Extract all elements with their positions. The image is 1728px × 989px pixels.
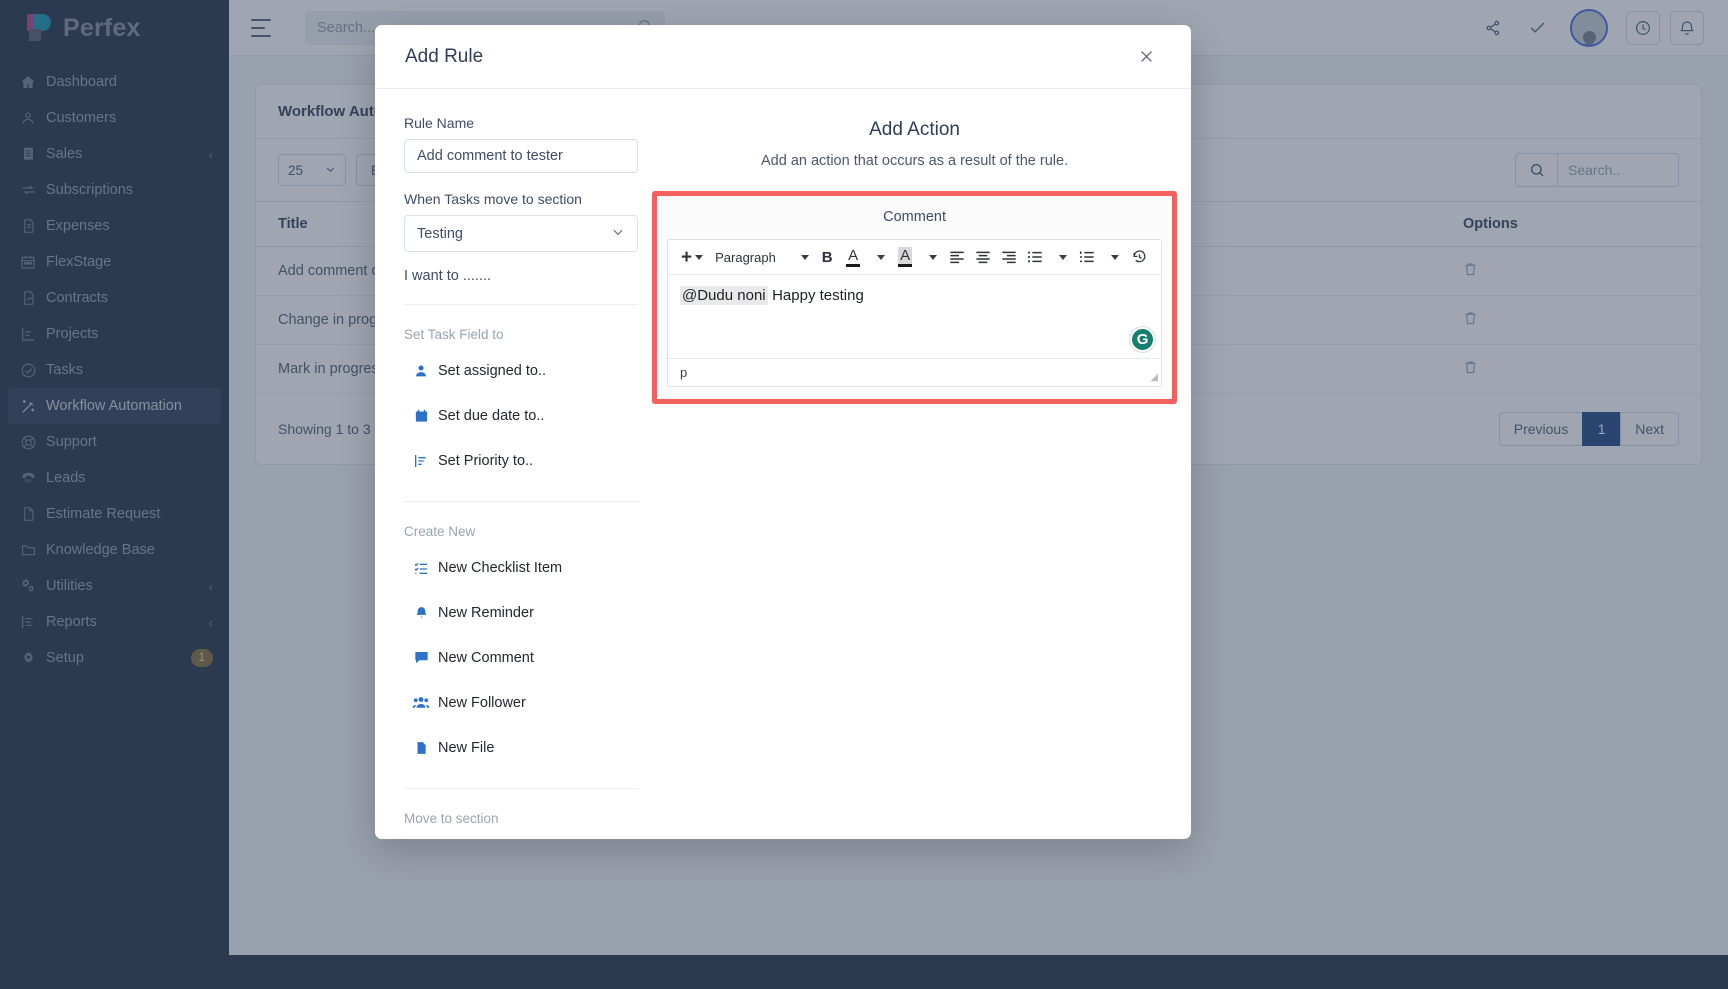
modal-title: Add Rule	[405, 46, 483, 68]
action-new-follower[interactable]: New Follower	[404, 680, 640, 725]
action-label: New File	[438, 740, 494, 756]
editor-toolbar: + Paragraph B A	[668, 240, 1161, 275]
action-set-due-date-to[interactable]: Set due date to..	[404, 393, 640, 438]
screen: Perfex Dashboard Customers	[0, 0, 1728, 989]
bullet-list-dropdown[interactable]	[1049, 244, 1073, 271]
bullet-list-icon[interactable]	[1023, 244, 1047, 271]
action-label: New Checklist Item	[438, 560, 562, 576]
align-center-icon[interactable]	[971, 244, 995, 271]
numbered-list-icon[interactable]	[1075, 244, 1099, 271]
rule-name-label: Rule Name	[404, 115, 640, 131]
text-color-icon: A	[846, 247, 860, 267]
modal-body: Rule Name Add comment to tester When Tas…	[375, 89, 1191, 839]
priority-icon	[404, 453, 438, 469]
align-right-icon[interactable]	[997, 244, 1021, 271]
divider	[404, 501, 638, 502]
paragraph-format-select[interactable]: Paragraph	[709, 244, 813, 270]
rule-name-value: Add comment to tester	[417, 148, 563, 164]
chevron-down-icon	[801, 255, 809, 260]
plus-icon: +	[681, 248, 692, 267]
add-action-title: Add Action	[652, 119, 1177, 141]
action-label: Set due date to..	[438, 408, 544, 424]
action-label: New Follower	[438, 695, 526, 711]
action-set-assigned-to[interactable]: Set assigned to..	[404, 348, 640, 393]
action-label: Set assigned to..	[438, 363, 546, 379]
when-section-select[interactable]: Testing	[404, 215, 638, 252]
add-action-subtitle: Add an action that occurs as a result of…	[652, 153, 1177, 169]
editor-status-bar: p ◢	[668, 358, 1161, 386]
chevron-down-icon	[929, 255, 937, 260]
action-label: New Comment	[438, 650, 534, 666]
action-new-reminder[interactable]: New Reminder	[404, 590, 640, 635]
action-move-to-a-section[interactable]: Move to a section	[404, 832, 640, 839]
grammarly-letter: G	[1137, 331, 1149, 348]
action-label: New Reminder	[438, 605, 534, 621]
insert-button[interactable]: +	[677, 244, 707, 271]
background-color-button[interactable]: A	[893, 244, 917, 271]
action-new-checklist-item[interactable]: New Checklist Item	[404, 545, 640, 590]
action-new-file[interactable]: New File	[404, 725, 640, 770]
history-icon[interactable]	[1127, 244, 1152, 271]
rule-name-input[interactable]: Add comment to tester	[404, 139, 638, 173]
bold-button[interactable]: B	[815, 244, 839, 271]
comment-action-highlight: Comment + Paragraph	[652, 191, 1177, 404]
group-title-move-to-section: Move to section	[404, 811, 640, 826]
chevron-down-icon	[877, 255, 885, 260]
bell-icon	[404, 605, 438, 621]
element-path: p	[680, 365, 687, 380]
align-left-icon[interactable]	[945, 244, 969, 271]
close-icon[interactable]	[1131, 42, 1161, 72]
action-set-priority-to[interactable]: Set Priority to..	[404, 438, 640, 483]
mention-chip: @Dudu noni	[680, 286, 768, 305]
chevron-down-icon	[1111, 255, 1119, 260]
text-color-button[interactable]: A	[841, 244, 865, 271]
background-color-icon: A	[898, 247, 912, 267]
calendar-icon	[404, 408, 438, 424]
modal-header: Add Rule	[375, 25, 1191, 89]
checklist-icon	[404, 560, 438, 576]
action-label: Set Priority to..	[438, 453, 533, 469]
comment-text: Happy testing	[772, 287, 864, 304]
when-section-value: Testing	[417, 226, 463, 242]
rule-config-panel: Rule Name Add comment to tester When Tas…	[375, 89, 640, 839]
comment-input-area[interactable]: @Dudu noni Happy testing G	[668, 275, 1161, 358]
when-section-label: When Tasks move to section	[404, 191, 640, 207]
resize-handle[interactable]: ◢	[1150, 372, 1157, 383]
chevron-down-icon	[1059, 255, 1067, 260]
grammarly-icon[interactable]: G	[1130, 327, 1155, 352]
person-icon	[404, 363, 438, 379]
text-color-dropdown[interactable]	[867, 244, 891, 271]
action-new-comment[interactable]: New Comment	[404, 635, 640, 680]
i-want-to-label: I want to .......	[404, 268, 638, 305]
comment-icon	[404, 650, 438, 665]
add-rule-modal: Add Rule Rule Name Add comment to tester…	[375, 25, 1191, 839]
group-title-create-new: Create New	[404, 524, 640, 539]
comment-label: Comment	[667, 209, 1162, 225]
bold-icon: B	[822, 249, 833, 266]
add-action-panel: Add Action Add an action that occurs as …	[640, 89, 1191, 839]
numbered-list-dropdown[interactable]	[1101, 244, 1125, 271]
chevron-down-icon	[611, 225, 625, 243]
divider	[404, 788, 638, 789]
file-icon	[404, 740, 438, 756]
paragraph-format-value: Paragraph	[715, 250, 776, 265]
background-color-dropdown[interactable]	[919, 244, 943, 271]
group-title-set-task-field: Set Task Field to	[404, 327, 640, 342]
followers-icon	[404, 695, 438, 710]
comment-editor: + Paragraph B A	[667, 239, 1162, 387]
chevron-down-icon	[695, 255, 703, 260]
